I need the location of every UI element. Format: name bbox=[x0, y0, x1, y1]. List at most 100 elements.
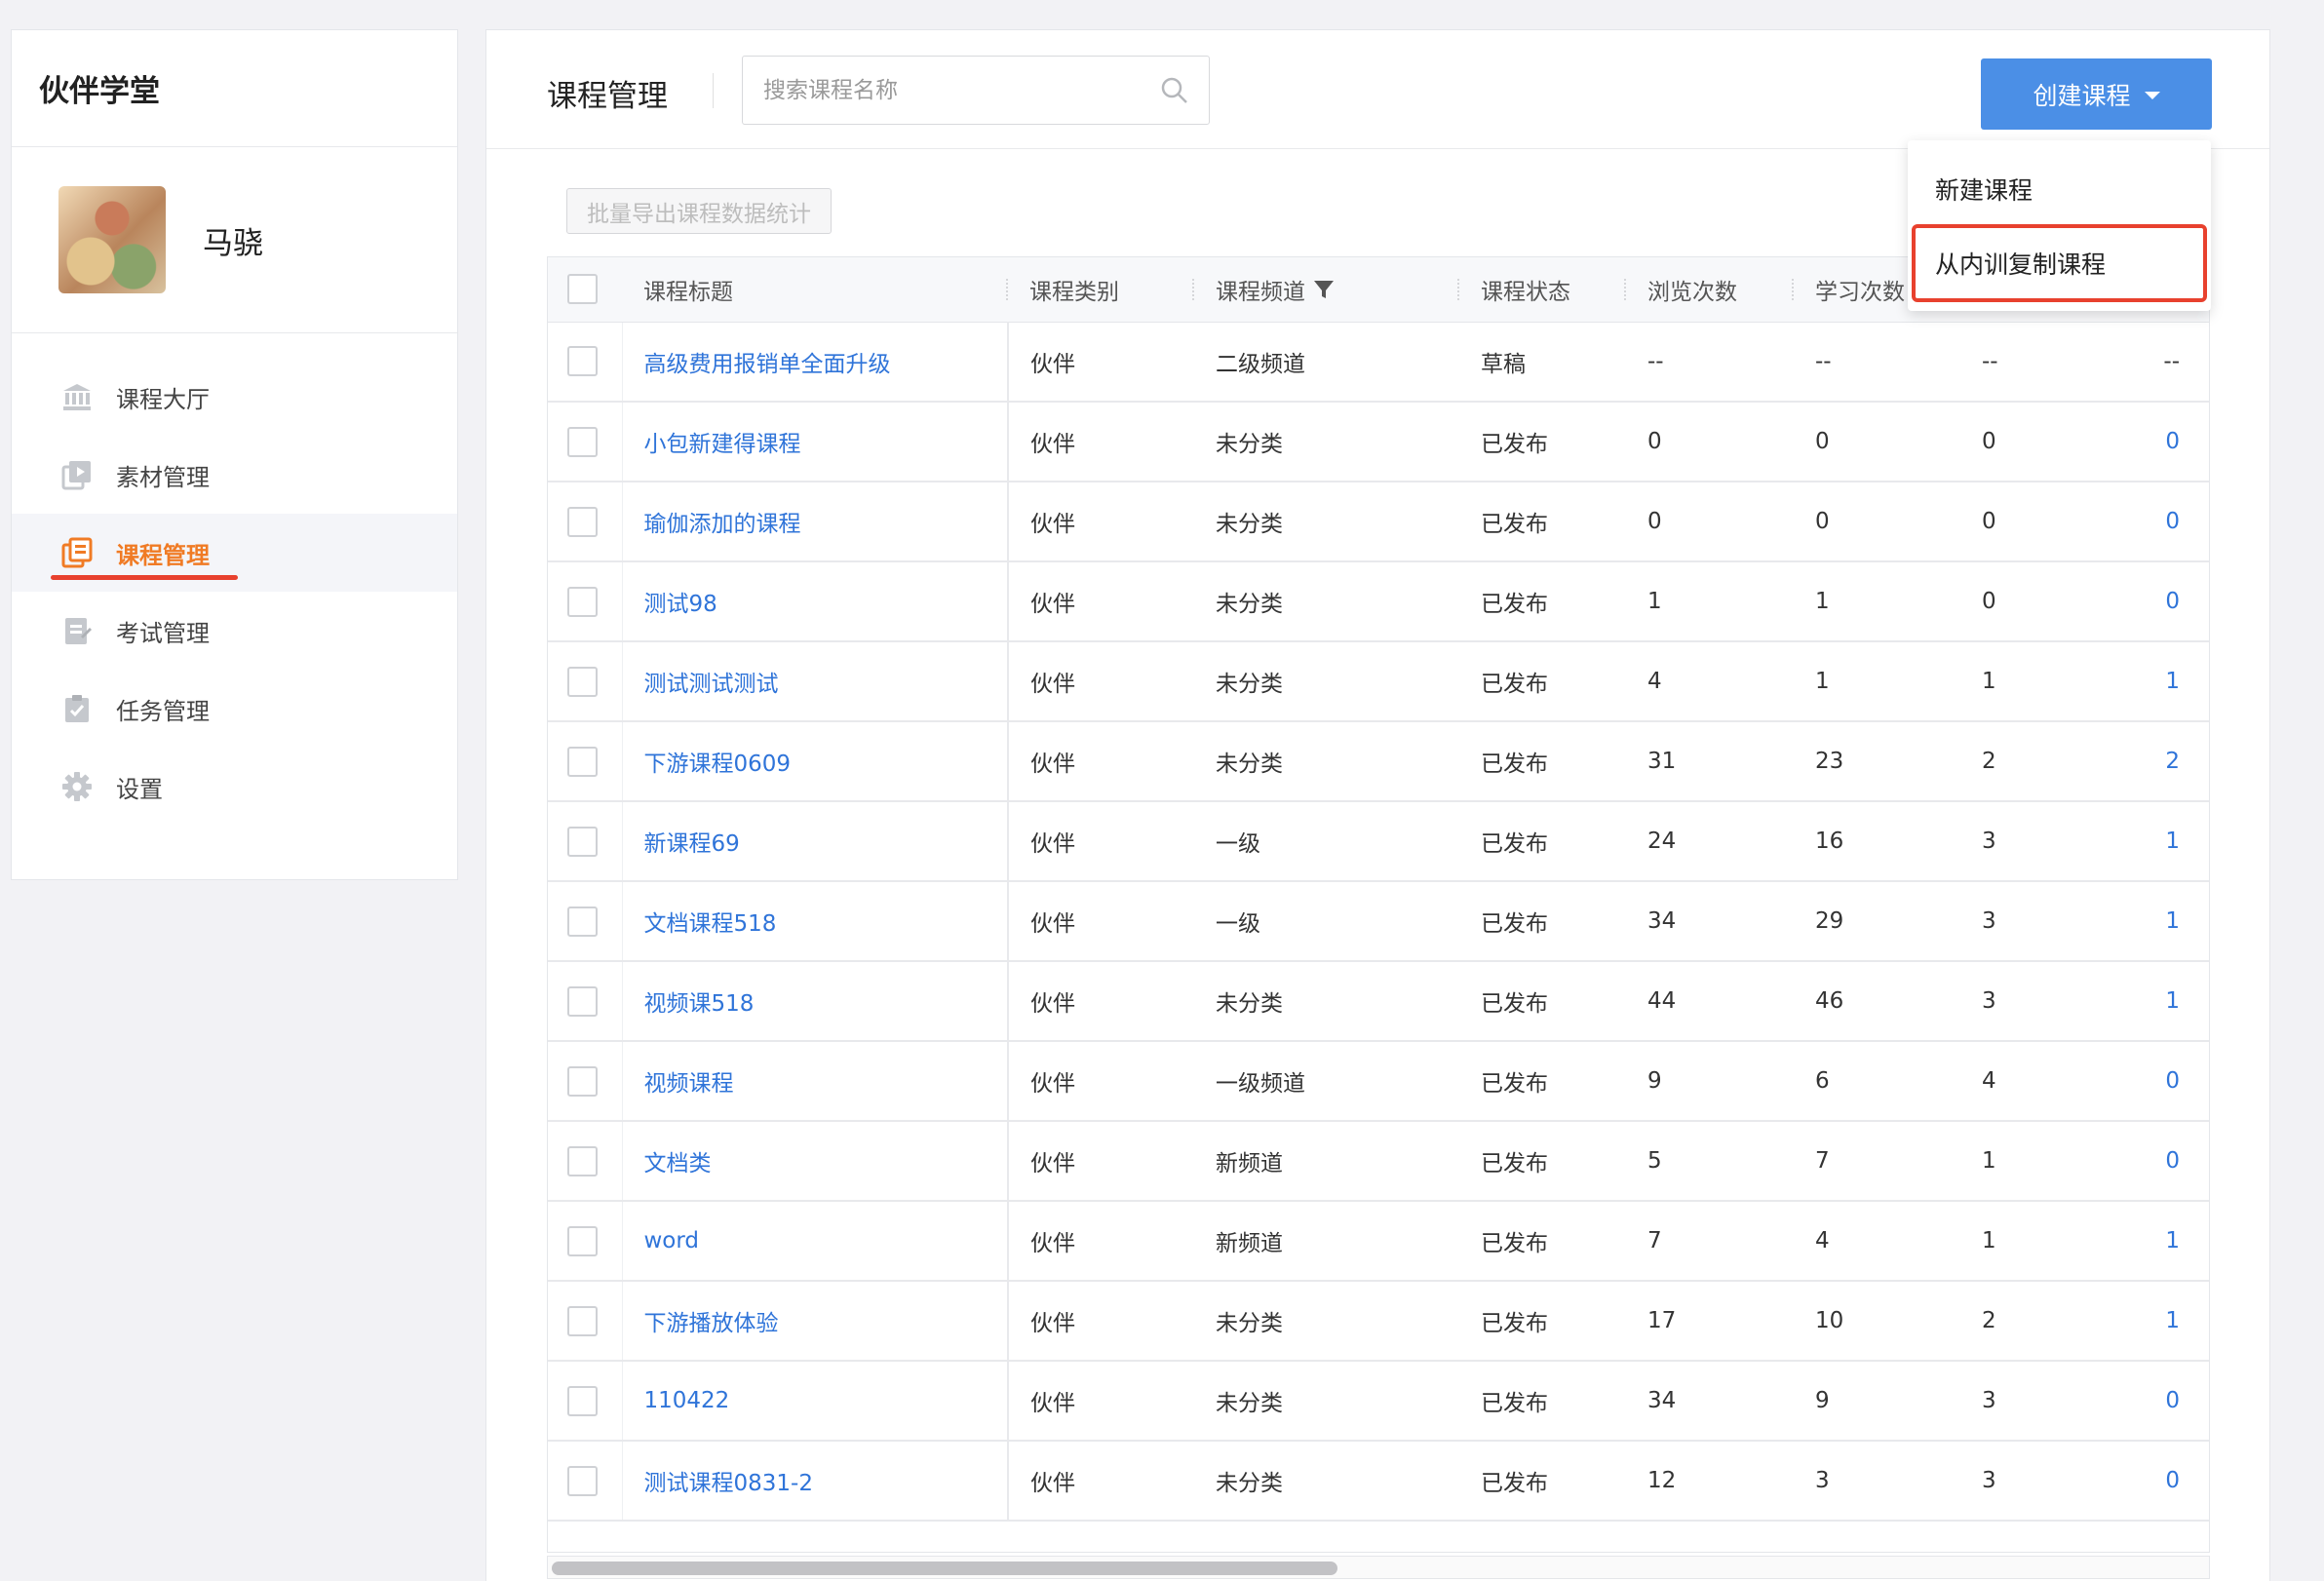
create-course-button[interactable]: 创建课程 bbox=[1981, 58, 2212, 130]
sidebar-item-course-hall[interactable]: 课程大厅 bbox=[12, 358, 457, 436]
gear-icon bbox=[60, 770, 94, 803]
search-icon[interactable] bbox=[1160, 76, 1189, 109]
stat-count-4[interactable]: 2 bbox=[2128, 721, 2209, 801]
stat-count-4[interactable]: 0 bbox=[2128, 561, 2209, 641]
row-checkbox[interactable] bbox=[567, 985, 598, 1017]
row-checkbox[interactable] bbox=[567, 1465, 598, 1496]
search-input[interactable] bbox=[763, 77, 1143, 103]
stat-count-4[interactable]: 0 bbox=[2128, 1441, 2209, 1521]
table-row: 下游播放体验 伙伴 未分类 已发布 17 10 2 1 bbox=[548, 1281, 2209, 1361]
row-checkbox-cell bbox=[548, 402, 623, 482]
row-checkbox[interactable] bbox=[567, 746, 598, 777]
row-checkbox[interactable] bbox=[567, 346, 598, 377]
stat-count-4[interactable]: 0 bbox=[2128, 1361, 2209, 1441]
row-checkbox[interactable] bbox=[567, 426, 598, 457]
sidebar-item-label: 课程大厅 bbox=[116, 385, 210, 413]
course-title-link[interactable]: 高级费用报销单全面升级 bbox=[622, 322, 1009, 402]
stat-count-3: 0 bbox=[1982, 509, 1996, 534]
create-course-dropdown: 新建课程 从内训复制课程 bbox=[1908, 140, 2211, 311]
column-header-channel[interactable]: 课程频道 bbox=[1194, 257, 1459, 323]
stat-count-4[interactable]: 1 bbox=[2128, 961, 2209, 1041]
page-title: 课程管理 bbox=[547, 79, 668, 114]
table-row: 高级费用报销单全面升级 伙伴 二级频道 草稿 -- -- -- -- bbox=[548, 322, 2209, 402]
stat-count-4[interactable]: 1 bbox=[2128, 641, 2209, 721]
caret-down-icon bbox=[2144, 92, 2160, 99]
row-checkbox[interactable] bbox=[567, 1065, 598, 1097]
horizontal-scrollbar[interactable] bbox=[547, 1556, 2210, 1579]
stat-count-4[interactable]: 0 bbox=[2128, 402, 2209, 482]
row-checkbox-cell bbox=[548, 1441, 623, 1521]
course-category: 伙伴 bbox=[1030, 1311, 1075, 1336]
stat-count-4[interactable]: -- bbox=[2128, 322, 2209, 402]
row-checkbox[interactable] bbox=[567, 1305, 598, 1336]
menu-item-copy-from-internal[interactable]: 从内训复制课程 bbox=[1912, 224, 2207, 302]
course-title-link[interactable]: 文档类 bbox=[622, 1121, 1009, 1201]
course-title-link[interactable]: 测试98 bbox=[622, 561, 1009, 641]
course-channel: 新频道 bbox=[1216, 1231, 1283, 1256]
row-checkbox[interactable] bbox=[567, 906, 598, 937]
sidebar-item-label: 任务管理 bbox=[116, 697, 210, 725]
course-title-link[interactable]: 瑜伽添加的课程 bbox=[622, 482, 1009, 561]
study-count: 16 bbox=[1815, 829, 1844, 854]
row-checkbox[interactable] bbox=[567, 1225, 598, 1256]
course-title-link[interactable]: 下游播放体验 bbox=[622, 1281, 1009, 1361]
table-row: 测试98 伙伴 未分类 已发布 1 1 0 0 bbox=[548, 561, 2209, 641]
course-title-link[interactable]: 新课程69 bbox=[622, 801, 1009, 881]
row-checkbox[interactable] bbox=[567, 1145, 598, 1176]
course-title-link[interactable]: 测试测试测试 bbox=[622, 641, 1009, 721]
search-box bbox=[742, 56, 1210, 125]
course-title-link[interactable]: 文档课程518 bbox=[622, 881, 1009, 961]
course-channel: 未分类 bbox=[1216, 1471, 1283, 1496]
row-checkbox[interactable] bbox=[567, 506, 598, 537]
stat-count-4[interactable]: 1 bbox=[2128, 801, 2209, 881]
stat-count-4[interactable]: 1 bbox=[2128, 881, 2209, 961]
course-status: 已发布 bbox=[1481, 1231, 1548, 1256]
study-count: 0 bbox=[1815, 509, 1830, 534]
row-checkbox-cell bbox=[548, 1041, 623, 1121]
course-title-link[interactable]: 下游课程0609 bbox=[622, 721, 1009, 801]
course-title-link[interactable]: word bbox=[622, 1201, 1009, 1281]
row-checkbox[interactable] bbox=[567, 1385, 598, 1416]
stat-count-4[interactable]: 0 bbox=[2128, 1121, 2209, 1201]
course-status: 已发布 bbox=[1481, 752, 1548, 777]
table-row: 文档课程518 伙伴 一级 已发布 34 29 3 1 bbox=[548, 881, 2209, 961]
course-channel: 未分类 bbox=[1216, 1311, 1283, 1336]
row-checkbox[interactable] bbox=[567, 666, 598, 697]
select-all-checkbox[interactable] bbox=[567, 274, 598, 305]
sidebar-item-materials[interactable]: 素材管理 bbox=[12, 436, 457, 514]
study-count: -- bbox=[1815, 348, 1832, 374]
course-channel: 未分类 bbox=[1216, 592, 1283, 617]
stat-count-3: 4 bbox=[1982, 1068, 1996, 1094]
sidebar-item-settings[interactable]: 设置 bbox=[12, 748, 457, 826]
sidebar-item-label: 设置 bbox=[116, 775, 163, 803]
stat-count-4[interactable]: 0 bbox=[2128, 482, 2209, 561]
row-checkbox[interactable] bbox=[567, 826, 598, 857]
course-channel: 未分类 bbox=[1216, 752, 1283, 777]
course-status: 已发布 bbox=[1481, 1471, 1548, 1496]
course-category: 伙伴 bbox=[1030, 752, 1075, 777]
row-checkbox-cell bbox=[548, 961, 623, 1041]
scrollbar-thumb[interactable] bbox=[552, 1562, 1337, 1575]
course-title-link[interactable]: 小包新建得课程 bbox=[622, 402, 1009, 482]
exam-icon bbox=[60, 614, 94, 647]
stat-count-4[interactable]: 1 bbox=[2128, 1201, 2209, 1281]
row-checkbox[interactable] bbox=[567, 586, 598, 617]
course-title-link[interactable]: 视频课518 bbox=[622, 961, 1009, 1041]
export-stats-button[interactable]: 批量导出课程数据统计 bbox=[566, 188, 832, 234]
sidebar-item-task-management[interactable]: 任务管理 bbox=[12, 670, 457, 748]
stat-count-4[interactable]: 0 bbox=[2128, 1041, 2209, 1121]
menu-item-new-course[interactable]: 新建课程 bbox=[1908, 154, 2211, 224]
stat-count-4[interactable]: 1 bbox=[2128, 1281, 2209, 1361]
avatar[interactable] bbox=[58, 186, 166, 293]
sidebar-item-exam-management[interactable]: 考试管理 bbox=[12, 592, 457, 670]
filter-icon[interactable] bbox=[1313, 279, 1335, 306]
sidebar-item-course-management[interactable]: 课程管理 bbox=[12, 514, 457, 592]
course-title-link[interactable]: 测试课程0831-2 bbox=[622, 1441, 1009, 1521]
study-count: 1 bbox=[1815, 669, 1830, 694]
course-category: 伙伴 bbox=[1030, 991, 1075, 1017]
view-count: 0 bbox=[1647, 509, 1662, 534]
course-title-link[interactable]: 110422 bbox=[622, 1361, 1009, 1441]
task-icon bbox=[60, 692, 94, 725]
course-category: 伙伴 bbox=[1030, 1071, 1075, 1097]
course-title-link[interactable]: 视频课程 bbox=[622, 1041, 1009, 1121]
